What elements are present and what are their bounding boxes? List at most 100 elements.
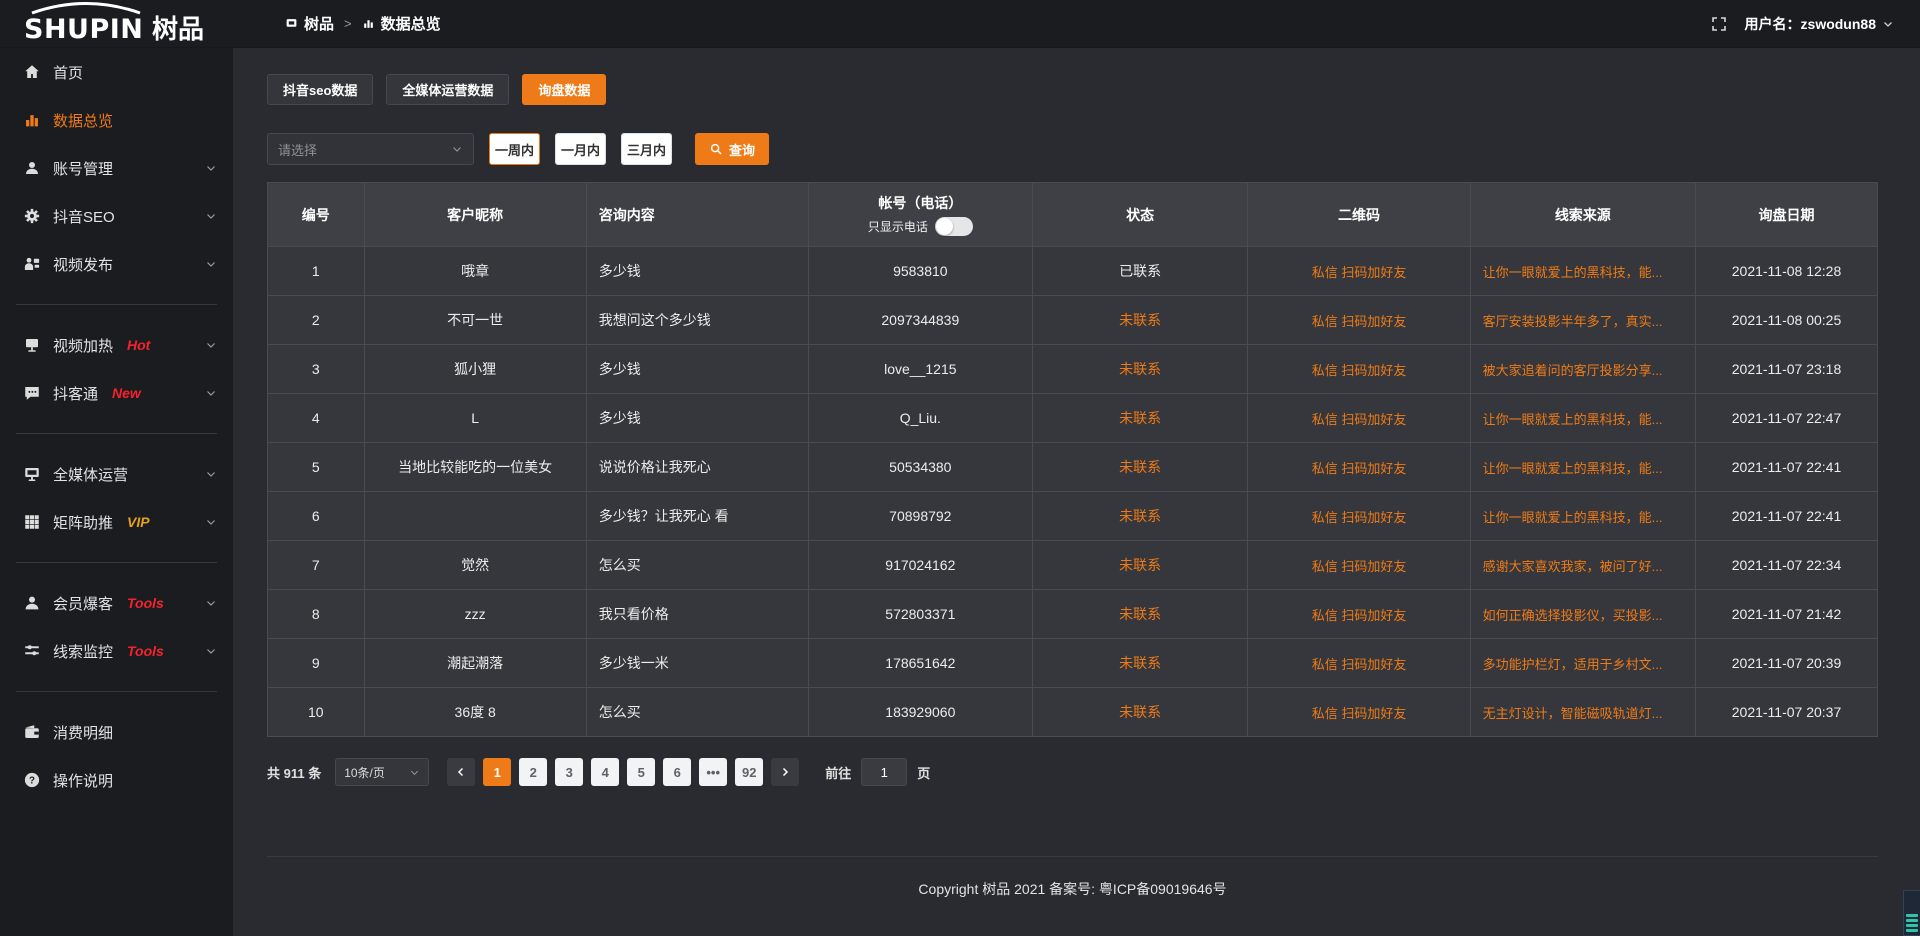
cell-content: 说说价格让我死心 (586, 443, 808, 492)
prev-page-button[interactable] (447, 758, 475, 786)
svg-text:?: ? (29, 775, 35, 786)
cell-date: 2021-11-08 00:25 (1696, 296, 1878, 345)
table-row: 1哦章多少钱9583810已联系私信 扫码加好友让你一眼就爱上的黑科技，能...… (268, 247, 1878, 296)
breadcrumb-root[interactable]: 树品 (285, 13, 334, 34)
breadcrumb-current[interactable]: 数据总览 (362, 13, 441, 34)
range-button-1[interactable]: 一月内 (555, 133, 606, 165)
page-button-3[interactable]: 3 (555, 758, 583, 786)
qr-link[interactable]: 私信 扫码加好友 (1248, 590, 1470, 639)
sidebar-item-douyin-seo[interactable]: 抖音SEO (0, 192, 233, 240)
qr-link[interactable]: 私信 扫码加好友 (1248, 247, 1470, 296)
page-button-1[interactable]: 1 (483, 758, 511, 786)
sidebar-item-matrix-boost[interactable]: 矩阵助推VIP (0, 498, 233, 546)
sidebar-item-member-baoke[interactable]: 会员爆客Tools (0, 579, 233, 627)
sidebar-item-label: 矩阵助推 (53, 512, 113, 533)
sidebar-item-account-manage[interactable]: 账号管理 (0, 144, 233, 192)
qr-link[interactable]: 私信 扫码加好友 (1248, 394, 1470, 443)
main-content: 抖音seo数据全媒体运营数据询盘数据 请选择 一周内一月内三月内 查询 编号 客… (233, 48, 1920, 936)
chevron-down-icon (205, 597, 217, 609)
chevron-down-icon (205, 339, 217, 351)
corner-widget[interactable] (1903, 890, 1920, 936)
date-range-group: 一周内一月内三月内 (489, 133, 672, 165)
wallet-icon (23, 723, 41, 741)
sidebar-item-media-operation[interactable]: 全媒体运营 (0, 450, 233, 498)
footer: Copyright 树品 2021 备案号: 粤ICP备09019646号 (267, 856, 1878, 936)
fullscreen-icon[interactable] (1711, 16, 1727, 32)
tab-button-0[interactable]: 抖音seo数据 (267, 74, 373, 105)
range-button-2[interactable]: 三月内 (621, 133, 672, 165)
source-link[interactable]: 客厅安装投影半年多了，真实... (1470, 296, 1695, 345)
source-link[interactable]: 被大家追着问的客厅投影分享... (1470, 345, 1695, 394)
goto-page-input[interactable] (861, 758, 907, 786)
cell-nickname: 潮起潮落 (364, 639, 586, 688)
cell-account: 183929060 (808, 688, 1032, 737)
sidebar-item-operation-guide[interactable]: ?操作说明 (0, 756, 233, 804)
page-size-select[interactable]: 10条/页 (335, 758, 429, 786)
total-count-label: 共 911 条 (267, 763, 321, 782)
sidebar-item-label: 抖客通 (53, 383, 98, 404)
source-link[interactable]: 让你一眼就爱上的黑科技，能... (1470, 247, 1695, 296)
cell-nickname: 当地比较能吃的一位美女 (364, 443, 586, 492)
qr-link[interactable]: 私信 扫码加好友 (1248, 688, 1470, 737)
sidebar-item-consume-detail[interactable]: 消费明细 (0, 708, 233, 756)
chevron-down-icon (205, 516, 217, 528)
qr-link[interactable]: 私信 扫码加好友 (1248, 345, 1470, 394)
next-page-button[interactable] (771, 758, 799, 786)
app-small-icon (285, 17, 298, 30)
cell-account: 2097344839 (808, 296, 1032, 345)
cell-account: 917024162 (808, 541, 1032, 590)
video-publish-icon (23, 255, 41, 273)
qr-link[interactable]: 私信 扫码加好友 (1248, 296, 1470, 345)
source-link[interactable]: 如何正确选择投影仪，买投影... (1470, 590, 1695, 639)
user-menu[interactable]: 用户名：zswodun88 (1745, 14, 1894, 34)
cell-content: 怎么买 (586, 688, 808, 737)
source-link[interactable]: 无主灯设计，智能磁吸轨道灯... (1470, 688, 1695, 737)
account-header-label: 帐号（电话） (809, 193, 1032, 214)
source-link[interactable]: 多功能护栏灯，适用于乡村文... (1470, 639, 1695, 688)
tab-button-1[interactable]: 全媒体运营数据 (386, 74, 509, 105)
cell-account: love__1215 (808, 345, 1032, 394)
sidebar-item-clue-monitor[interactable]: 线索监控Tools (0, 627, 233, 675)
cell-date: 2021-11-07 22:34 (1696, 541, 1878, 590)
sidebar-item-data-overview[interactable]: 数据总览 (0, 96, 233, 144)
sidebar-divider (16, 304, 217, 305)
page-button-5[interactable]: 5 (627, 758, 655, 786)
tab-button-2[interactable]: 询盘数据 (522, 74, 606, 105)
sidebar-item-video-heat[interactable]: 视频加热Hot (0, 321, 233, 369)
page-button-4[interactable]: 4 (591, 758, 619, 786)
source-link[interactable]: 让你一眼就爱上的黑科技，能... (1470, 443, 1695, 492)
page-button-2[interactable]: 2 (519, 758, 547, 786)
table-row: 3狐小狸多少钱love__1215未联系私信 扫码加好友被大家追着问的客厅投影分… (268, 345, 1878, 394)
cell-id: 7 (268, 541, 365, 590)
qr-link[interactable]: 私信 扫码加好友 (1248, 492, 1470, 541)
sidebar-item-home[interactable]: 首页 (0, 48, 233, 96)
source-link[interactable]: 让你一眼就爱上的黑科技，能... (1470, 492, 1695, 541)
status-badge: 未联系 (1032, 639, 1248, 688)
qr-link[interactable]: 私信 扫码加好友 (1248, 639, 1470, 688)
query-button[interactable]: 查询 (695, 133, 769, 165)
cell-account: 70898792 (808, 492, 1032, 541)
source-link[interactable]: 让你一眼就爱上的黑科技，能... (1470, 394, 1695, 443)
table-row: 7觉然怎么买917024162未联系私信 扫码加好友感谢大家喜欢我家，被问了好.… (268, 541, 1878, 590)
cell-nickname: zzz (364, 590, 586, 639)
phone-only-toggle[interactable] (935, 217, 973, 236)
cell-id: 3 (268, 345, 365, 394)
status-badge: 未联系 (1032, 541, 1248, 590)
table-row: 1036度 8怎么买183929060未联系私信 扫码加好友无主灯设计，智能磁吸… (268, 688, 1878, 737)
cell-id: 8 (268, 590, 365, 639)
cell-account: 50534380 (808, 443, 1032, 492)
source-link[interactable]: 感谢大家喜欢我家，被问了好... (1470, 541, 1695, 590)
sidebar-item-douketong[interactable]: 抖客通New (0, 369, 233, 417)
account-select[interactable]: 请选择 (267, 133, 474, 165)
qr-link[interactable]: 私信 扫码加好友 (1248, 541, 1470, 590)
qr-link[interactable]: 私信 扫码加好友 (1248, 443, 1470, 492)
sidebar-item-video-publish[interactable]: 视频发布 (0, 240, 233, 288)
page-button-92[interactable]: 92 (735, 758, 763, 786)
more-pages-button[interactable]: ••• (699, 758, 727, 786)
sidebar-item-label: 全媒体运营 (53, 464, 128, 485)
page-button-6[interactable]: 6 (663, 758, 691, 786)
range-button-0[interactable]: 一周内 (489, 133, 540, 165)
cell-content: 多少钱？让我死心 看 (586, 492, 808, 541)
cell-nickname: 不可一世 (364, 296, 586, 345)
page-size-value: 10条/页 (344, 764, 385, 781)
